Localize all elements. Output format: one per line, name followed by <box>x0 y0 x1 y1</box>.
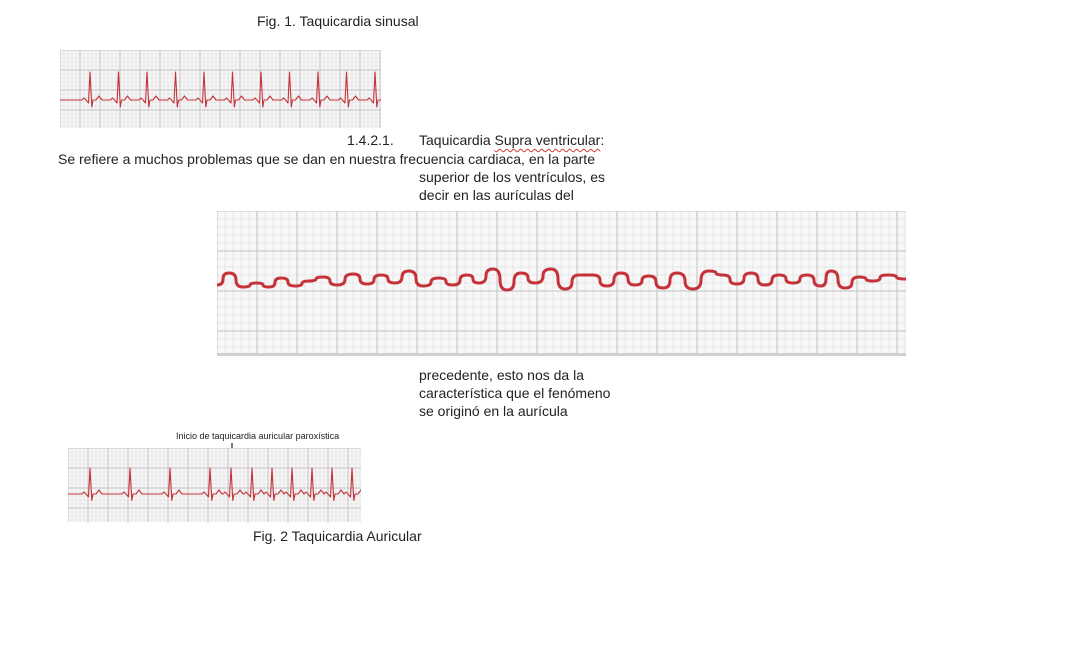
section-number: 1.4.2.1. <box>347 132 394 148</box>
continuation-line-1: precedente, esto nos da la <box>419 367 585 383</box>
supraventricular-tachycardia-ecg-image <box>217 211 906 356</box>
sinus-tachycardia-ecg-image <box>60 50 381 128</box>
fig2-caption: Fig. 2 Taquicardia Auricular <box>253 528 422 544</box>
section-title: Taquicardia Supra ventricular: <box>419 131 604 149</box>
atrial-tachycardia-ecg-image <box>68 448 361 522</box>
continuation-line-3: se originó en la aurícula <box>419 403 568 419</box>
paragraph-line-2: superior de los ventrículos, es <box>419 169 605 185</box>
section-title-suffix: : <box>600 132 605 148</box>
section-title-underlined: Supra ventricular <box>494 132 601 148</box>
section-title-prefix: Taquicardia <box>419 132 495 148</box>
fig1-caption: Fig. 1. Taquicardia sinusal <box>257 13 419 29</box>
paragraph-line-1: Se refiere a muchos problemas que se dan… <box>58 151 595 167</box>
paragraph-line-3: decir en las aurículas del <box>419 187 574 203</box>
fig2-annotation: Inicio de taquicardia auricular paroxíst… <box>176 431 340 441</box>
continuation-line-2: característica que el fenómeno <box>419 385 611 401</box>
